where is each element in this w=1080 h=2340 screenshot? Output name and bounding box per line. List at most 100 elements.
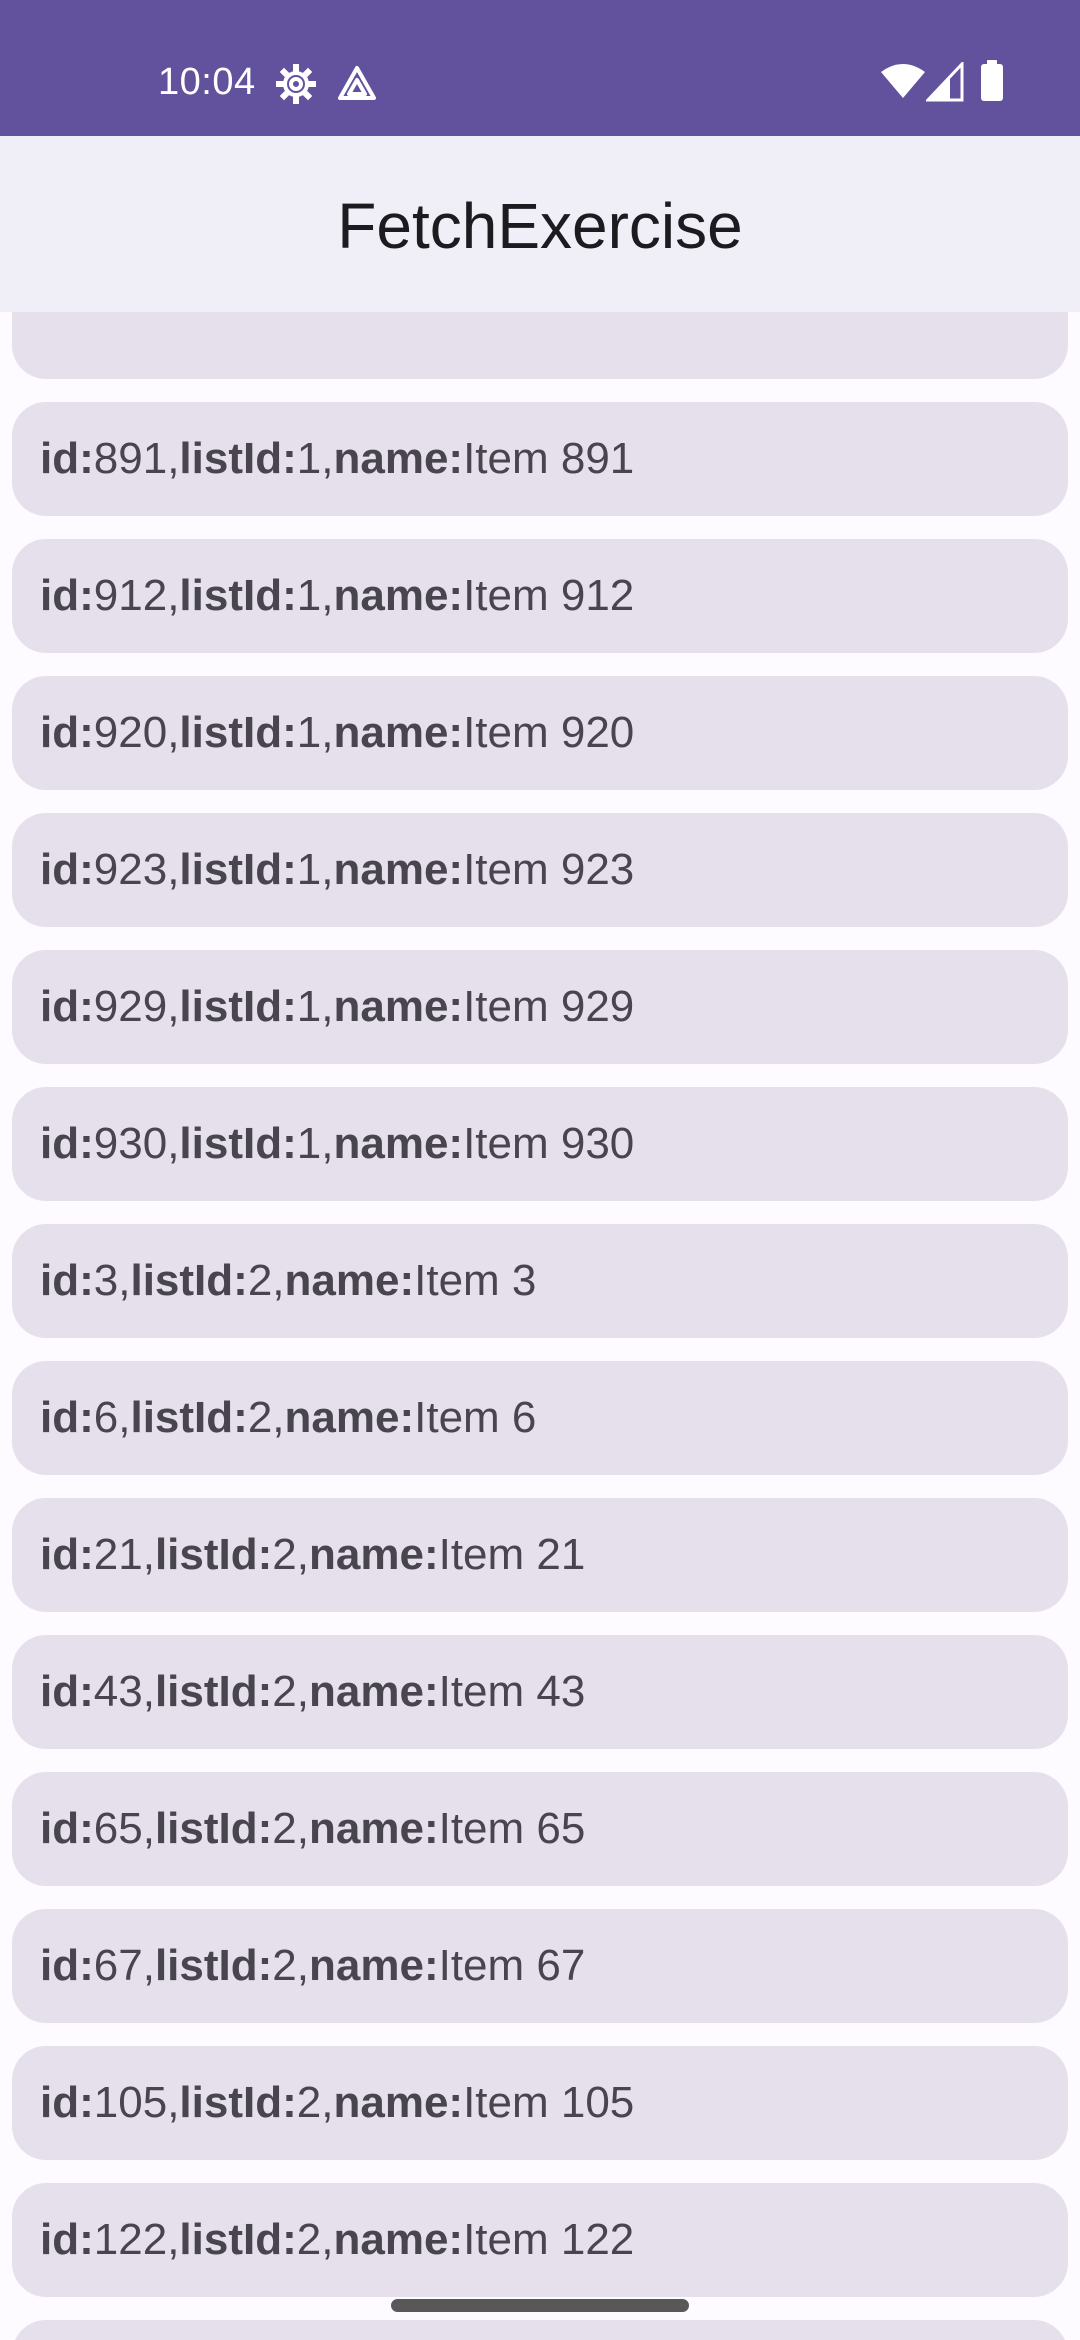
name-label: name: bbox=[284, 1393, 415, 1442]
id-value: 6 bbox=[93, 1393, 119, 1442]
name-value: Item 67 bbox=[438, 1941, 586, 1990]
list-id-label: listId: bbox=[179, 708, 297, 757]
list-id-value: 2 bbox=[296, 2215, 322, 2264]
gear-icon bbox=[276, 64, 316, 104]
name-label: name: bbox=[333, 708, 464, 757]
id-label: id: bbox=[40, 708, 94, 757]
status-bar: 10:04 bbox=[0, 0, 1080, 136]
list-id-label: listId: bbox=[154, 1804, 273, 1853]
app-title: FetchExercise bbox=[337, 190, 743, 262]
list-id-value: 2 bbox=[247, 1256, 273, 1305]
list-item[interactable]: id: 105, listId: 2, name: Item 105 bbox=[12, 2046, 1068, 2160]
name-label: name: bbox=[309, 1941, 439, 1990]
list-item[interactable]: id: 139, listId: 2, name: Item 139 bbox=[12, 2320, 1068, 2340]
name-value: Item 920 bbox=[463, 708, 635, 757]
id-label: id: bbox=[40, 982, 94, 1031]
name-value: Item 912 bbox=[463, 571, 635, 620]
list-id-label: listId: bbox=[179, 2078, 297, 2127]
name-value: Item 929 bbox=[463, 982, 635, 1031]
name-value: Item 6 bbox=[414, 1393, 537, 1442]
name-label: name: bbox=[309, 1530, 439, 1579]
list-id-value: 2 bbox=[272, 1667, 297, 1716]
list-id-label: listId: bbox=[154, 1530, 273, 1579]
list-id-value: 2 bbox=[272, 1941, 297, 1990]
id-value: 929 bbox=[93, 982, 168, 1031]
name-value: Item 891 bbox=[463, 434, 635, 483]
id-value: 67 bbox=[93, 1941, 143, 1990]
name-label: name: bbox=[284, 1256, 415, 1305]
name-value: Item 930 bbox=[463, 1119, 635, 1168]
id-label: id: bbox=[40, 1119, 94, 1168]
signal-icon bbox=[926, 62, 964, 102]
list-id-value: 2 bbox=[272, 1530, 297, 1579]
item-list[interactable]: id: 891, listId: 1, name: Item 891 id: 91… bbox=[0, 312, 1080, 2340]
list-item[interactable]: id: 67, listId: 2, name: Item 67 bbox=[12, 1909, 1068, 2023]
name-label: name: bbox=[333, 2078, 464, 2127]
name-label: name: bbox=[333, 1119, 464, 1168]
name-label: name: bbox=[333, 982, 464, 1031]
list-id-label: listId: bbox=[179, 845, 297, 894]
name-value: Item 3 bbox=[414, 1256, 537, 1305]
id-value: 912 bbox=[93, 571, 168, 620]
id-label: id: bbox=[40, 1667, 94, 1716]
list-id-label: listId: bbox=[130, 1256, 248, 1305]
list-item[interactable]: id: 43, listId: 2, name: Item 43 bbox=[12, 1635, 1068, 1749]
wifi-icon bbox=[881, 64, 925, 98]
id-label: id: bbox=[40, 434, 94, 483]
name-label: name: bbox=[333, 845, 464, 894]
list-id-label: listId: bbox=[179, 2215, 297, 2264]
id-label: id: bbox=[40, 845, 94, 894]
list-item[interactable]: id: 930, listId: 1, name: Item 930 bbox=[12, 1087, 1068, 1201]
list-item[interactable]: id: 6, listId: 2, name: Item 6 bbox=[12, 1361, 1068, 1475]
list-id-label: listId: bbox=[179, 1119, 297, 1168]
name-label: name: bbox=[333, 571, 464, 620]
name-value: Item 43 bbox=[438, 1667, 586, 1716]
list-item[interactable]: id: 929, listId: 1, name: Item 929 bbox=[12, 950, 1068, 1064]
list-id-value: 1 bbox=[296, 982, 322, 1031]
list-item[interactable]: id: 65, listId: 2, name: Item 65 bbox=[12, 1772, 1068, 1886]
list-item[interactable]: id: 891, listId: 1, name: Item 891 bbox=[12, 402, 1068, 516]
id-value: 891 bbox=[93, 434, 168, 483]
id-label: id: bbox=[40, 1393, 94, 1442]
list-item[interactable] bbox=[12, 312, 1068, 379]
list-id-value: 1 bbox=[296, 571, 322, 620]
id-value: 65 bbox=[93, 1804, 143, 1853]
list-id-value: 2 bbox=[296, 2078, 322, 2127]
id-value: 930 bbox=[93, 1119, 168, 1168]
id-value: 3 bbox=[93, 1256, 119, 1305]
id-label: id: bbox=[40, 2215, 94, 2264]
drive-icon bbox=[338, 66, 376, 100]
id-value: 21 bbox=[93, 1530, 143, 1579]
id-label: id: bbox=[40, 1256, 94, 1305]
battery-icon bbox=[981, 60, 1003, 101]
id-value: 122 bbox=[93, 2215, 168, 2264]
list-item[interactable]: id: 3, listId: 2, name: Item 3 bbox=[12, 1224, 1068, 1338]
list-id-value: 2 bbox=[272, 1804, 297, 1853]
id-value: 923 bbox=[93, 845, 168, 894]
name-label: name: bbox=[333, 2215, 464, 2264]
id-label: id: bbox=[40, 1941, 94, 1990]
name-label: name: bbox=[309, 1667, 439, 1716]
list-item[interactable]: id: 920, listId: 1, name: Item 920 bbox=[12, 676, 1068, 790]
list-id-label: listId: bbox=[179, 982, 297, 1031]
list-id-label: listId: bbox=[179, 434, 297, 483]
gesture-navigation-bar[interactable] bbox=[391, 2299, 689, 2312]
list-id-value: 1 bbox=[296, 708, 322, 757]
name-value: Item 122 bbox=[463, 2215, 635, 2264]
id-label: id: bbox=[40, 1530, 94, 1579]
list-item[interactable]: id: 21, listId: 2, name: Item 21 bbox=[12, 1498, 1068, 1612]
list-id-value: 1 bbox=[296, 1119, 322, 1168]
status-time: 10:04 bbox=[158, 61, 256, 103]
top-app-bar: FetchExercise bbox=[0, 136, 1080, 312]
list-id-label: listId: bbox=[154, 1667, 273, 1716]
list-item[interactable]: id: 923, listId: 1, name: Item 923 bbox=[12, 813, 1068, 927]
name-value: Item 105 bbox=[463, 2078, 635, 2127]
name-value: Item 923 bbox=[463, 845, 635, 894]
id-label: id: bbox=[40, 571, 94, 620]
name-label: name: bbox=[333, 434, 464, 483]
list-item[interactable]: id: 122, listId: 2, name: Item 122 bbox=[12, 2183, 1068, 2297]
list-id-value: 1 bbox=[296, 845, 322, 894]
list-item[interactable]: id: 912, listId: 1, name: Item 912 bbox=[12, 539, 1068, 653]
list-id-value: 2 bbox=[247, 1393, 273, 1442]
name-value: Item 65 bbox=[438, 1804, 586, 1853]
